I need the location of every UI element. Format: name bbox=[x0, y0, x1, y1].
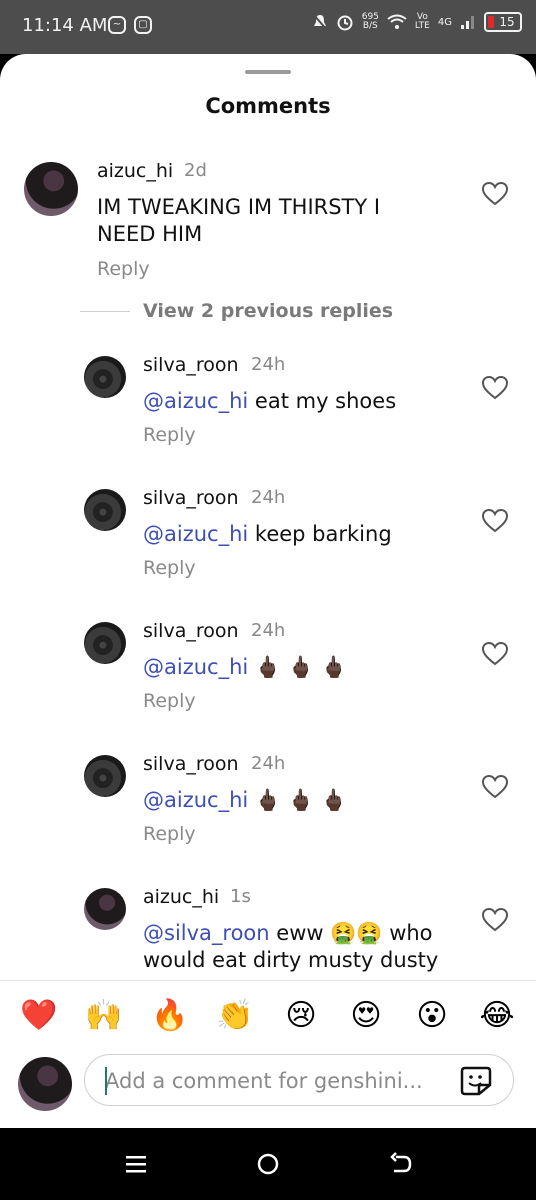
comment-username[interactable]: silva_roon bbox=[143, 354, 239, 376]
heart-icon[interactable] bbox=[482, 908, 508, 932]
comment-input-wrapper[interactable] bbox=[84, 1054, 514, 1106]
comment-text: @aizuc_hi eat my shoes bbox=[143, 389, 397, 413]
signal-icon bbox=[461, 16, 474, 29]
heart-icon[interactable] bbox=[482, 182, 508, 206]
comment-username[interactable]: aizuc_hi bbox=[143, 886, 219, 908]
mention-link[interactable]: @aizuc_hi bbox=[143, 655, 248, 679]
comment-timestamp: 24h bbox=[251, 620, 286, 641]
emoji-surprised[interactable]: 😮 bbox=[412, 999, 452, 1033]
reply-button[interactable]: Reply bbox=[143, 424, 196, 446]
my-avatar bbox=[18, 1057, 72, 1111]
comment-text: @aizuc_hi 🖕🏿 🖕🏿 🖕🏿 bbox=[143, 788, 347, 812]
view-previous-replies[interactable]: View 2 previous replies bbox=[80, 300, 400, 328]
comment-username[interactable]: silva_roon bbox=[143, 487, 239, 509]
emoji-laughing[interactable]: 😂 bbox=[477, 999, 517, 1033]
heart-icon[interactable] bbox=[482, 642, 508, 666]
comment-text: @silva_roon eww 🤮🤮 who would eat dirty m… bbox=[143, 921, 439, 972]
comment-username[interactable]: aizuc_hi bbox=[97, 160, 173, 182]
drag-handle[interactable] bbox=[245, 70, 291, 74]
messenger-icon: ~ bbox=[108, 16, 126, 34]
avatar[interactable] bbox=[84, 489, 126, 531]
status-bar: 11:14 AM ~ ▢ 695 B/S Vo LTE 4G 15 bbox=[0, 0, 536, 54]
comment-username[interactable]: silva_roon bbox=[143, 753, 239, 775]
comment-timestamp: 24h bbox=[251, 354, 286, 375]
mention-link[interactable]: @aizuc_hi bbox=[143, 389, 248, 413]
emoji-fire[interactable]: 🔥 bbox=[150, 999, 190, 1033]
system-nav-bar bbox=[0, 1128, 536, 1200]
text-caret bbox=[105, 1067, 107, 1095]
back-icon[interactable] bbox=[386, 1150, 416, 1178]
app-notification-icon: ▢ bbox=[134, 16, 152, 34]
mention-link[interactable]: @silva_roon bbox=[143, 921, 270, 945]
comments-sheet: Comments aizuc_hi 2d IM TWEAKING IM THIR… bbox=[0, 54, 536, 1128]
comment-composer bbox=[0, 1048, 536, 1128]
muted-bell-icon bbox=[311, 13, 328, 31]
sticker-icon[interactable] bbox=[459, 1065, 493, 1097]
mention-link[interactable]: @aizuc_hi bbox=[143, 788, 248, 812]
network-speed: 695 B/S bbox=[361, 12, 379, 31]
reply-button[interactable]: Reply bbox=[143, 823, 196, 845]
emoji-heart-eyes[interactable]: 😍 bbox=[346, 999, 386, 1033]
comment-text: @aizuc_hi keep barking bbox=[143, 522, 392, 546]
battery-icon: 15 bbox=[484, 12, 522, 32]
reply-button[interactable]: Reply bbox=[143, 690, 196, 712]
heart-icon[interactable] bbox=[482, 509, 508, 533]
view-previous-replies-label: View 2 previous replies bbox=[143, 300, 394, 322]
avatar[interactable] bbox=[24, 162, 78, 216]
reply-button[interactable]: Reply bbox=[143, 557, 196, 579]
emoji-heart[interactable]: ❤️ bbox=[19, 999, 59, 1033]
sheet-title: Comments bbox=[205, 94, 331, 118]
avatar[interactable] bbox=[84, 755, 126, 797]
reply-button[interactable]: Reply bbox=[97, 258, 150, 280]
comment-input[interactable] bbox=[105, 1067, 435, 1095]
emoji-clap[interactable]: 👏 bbox=[215, 999, 255, 1033]
comment-text: IM TWEAKING IM THIRSTY I NEED HIM bbox=[97, 195, 381, 246]
alarm-icon bbox=[337, 15, 353, 31]
avatar[interactable] bbox=[84, 356, 126, 398]
emoji-quick-bar: ❤️ 🙌 🔥 👏 😢 😍 😮 😂 bbox=[0, 980, 536, 1048]
emoji-raised-hands[interactable]: 🙌 bbox=[84, 999, 124, 1033]
heart-icon[interactable] bbox=[482, 376, 508, 400]
avatar[interactable] bbox=[84, 622, 126, 664]
volte-indicator: Vo LTE bbox=[414, 12, 430, 31]
home-icon[interactable] bbox=[253, 1150, 283, 1178]
menu-icon[interactable] bbox=[121, 1150, 151, 1178]
battery-level: 15 bbox=[499, 15, 515, 29]
heart-icon[interactable] bbox=[482, 775, 508, 799]
comment-timestamp: 24h bbox=[251, 753, 286, 774]
comment-timestamp: 1s bbox=[230, 886, 251, 907]
avatar[interactable] bbox=[84, 888, 126, 930]
wifi-icon bbox=[387, 14, 407, 29]
comment-text: @aizuc_hi 🖕🏿 🖕🏿 🖕🏿 bbox=[143, 655, 347, 679]
mention-link[interactable]: @aizuc_hi bbox=[143, 522, 248, 546]
network-type: 4G bbox=[437, 16, 452, 28]
emoji-crying[interactable]: 😢 bbox=[281, 999, 321, 1033]
comment-timestamp: 2d bbox=[184, 160, 207, 181]
comment-username[interactable]: silva_roon bbox=[143, 620, 239, 642]
status-time: 11:14 AM bbox=[22, 15, 108, 36]
comment-timestamp: 24h bbox=[251, 487, 286, 508]
